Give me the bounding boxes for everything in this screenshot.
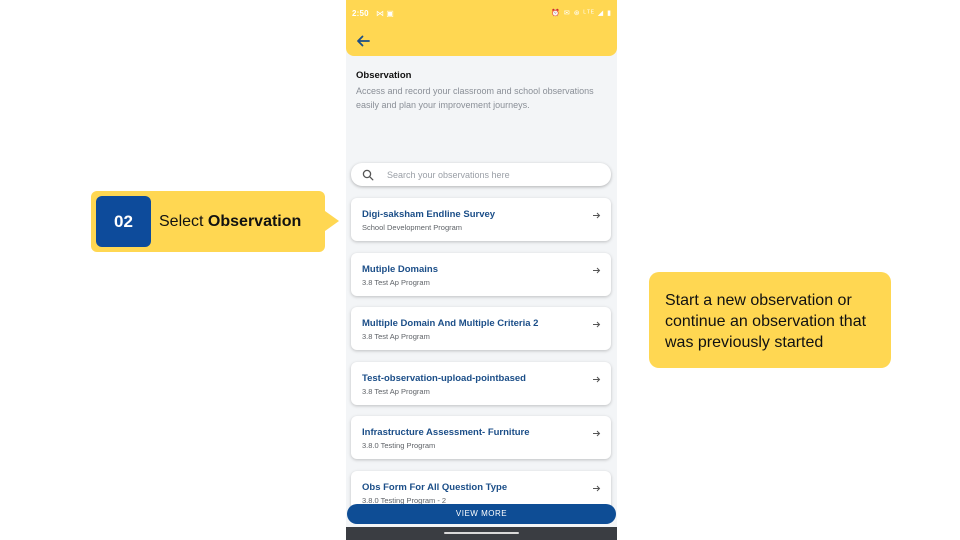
arrow-right-icon [593,321,601,328]
page-description: Access and record your classroom and sch… [356,86,594,110]
page-title: Observation [356,70,412,81]
step-instruction-emphasis: Observation [207,213,302,230]
observation-title: Mutiple Domains [362,263,439,275]
arrow-right-icon [593,267,601,273]
observation-program: 3.8.0 Testing Program [362,441,436,450]
step-number-badge: 02 [96,196,151,247]
arrow-right-icon [593,485,601,491]
step-instruction-prefix: Select [159,213,208,230]
arrow-right-icon [593,430,601,437]
status-time: 2:50 [352,9,369,18]
home-indicator[interactable] [444,532,519,534]
search-icon [362,169,374,181]
step-instruction: Select Observation [159,213,301,231]
phone-screen: 2:50 ⋈ ▣ ⏰ ✉ ⊛ ᴸᵀᴱ ◢ ▮ Observation Acces… [346,0,617,540]
observation-title: Infrastructure Assessment- Furniture [362,427,530,438]
observation-program: 3.8 Test Ap Program [362,386,430,396]
observation-title: Test-observation-upload-pointbased [362,372,526,384]
observation-program: School Development Program [362,223,463,232]
arrow-right-icon [593,212,601,219]
app-bar [346,26,617,56]
system-nav-bar [346,527,617,540]
observation-card[interactable]: Test-observation-upload-pointbased 3.8 Te… [351,361,611,405]
search-input[interactable] [387,166,597,183]
search-bar[interactable] [351,163,611,186]
status-bar: 2:50 ⋈ ▣ ⏰ ✉ ⊛ ᴸᵀᴱ ◢ ▮ [346,0,617,26]
observation-card[interactable]: Infrastructure Assessment- Furniture 3.8.… [351,416,611,459]
observation-card[interactable]: Mutiple Domains 3.8 Test Ap Program [351,252,611,296]
notification-icons: ⋈ ▣ [376,9,394,18]
arrow-right-icon [593,376,601,382]
step-callout: 02 Select Observation [91,191,339,252]
view-more-button[interactable]: VIEW MORE [347,504,616,524]
observation-card[interactable]: Digi-saksham Endline Survey School Develo… [351,198,611,241]
observation-title: Digi-saksham Endline Survey [362,209,496,220]
observation-card[interactable]: Multiple Domain And Multiple Criteria 2 3… [351,307,611,350]
arrow-left-icon[interactable] [354,32,372,50]
info-callout: Start a new observation or continue an o… [649,272,891,368]
observation-program: 3.8 Test Ap Program [362,277,430,287]
observation-program: 3.8 Test Ap Program [362,332,430,341]
observation-title: Multiple Domain And Multiple Criteria 2 [362,318,539,329]
info-callout-text: Start a new observation or continue an o… [665,292,867,351]
observation-title: Obs Form For All Question Type [362,481,508,493]
system-status-icons: ⏰ ✉ ⊛ ᴸᵀᴱ ◢ ▮ [551,10,612,17]
